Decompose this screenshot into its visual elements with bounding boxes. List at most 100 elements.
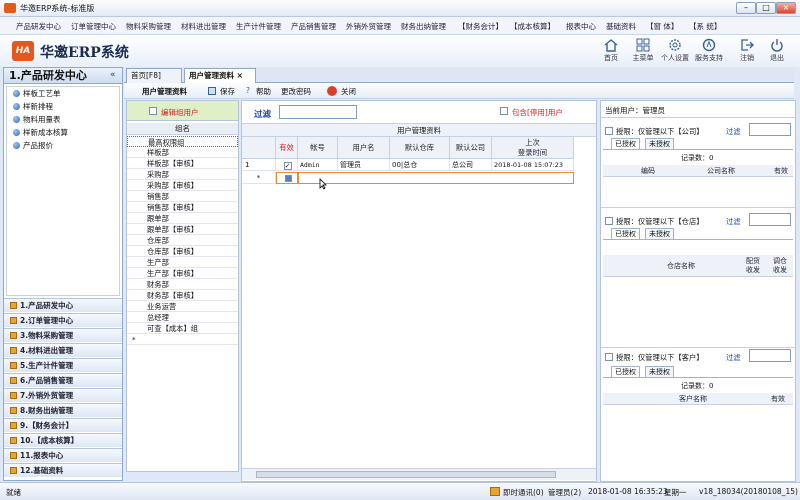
menu-item[interactable]: 物料采购管理 [126,21,171,32]
new-row-valid-checkbox[interactable] [276,172,298,184]
nav-module-6[interactable]: 6.产品销售管理 [4,373,122,387]
col-last-login[interactable]: 上次 登录时间 [492,137,574,159]
cell-username[interactable]: 管理员 [338,159,390,171]
menu-item[interactable]: 订单管理中心 [71,21,116,32]
store-col-transfer[interactable]: 调仓 收发 [767,255,793,277]
cell-company[interactable]: 总公司 [450,159,492,171]
tab-home[interactable]: 首页[F8] [126,68,182,83]
company-col-name[interactable]: 公司名称 [673,165,769,177]
group-row[interactable]: 采购部【审核】 [127,180,238,191]
group-row[interactable]: 生产部 [127,257,238,268]
minimize-button[interactable]: – [736,2,756,14]
module-item[interactable]: 样新排程 [13,101,53,113]
customer-filter-input[interactable] [749,349,791,362]
toolbar-exit[interactable]: 退出 [760,35,794,67]
group-row[interactable]: 总经理 [127,312,238,323]
col-account[interactable]: 帐号 [298,137,338,159]
close-form-button[interactable]: 关闭 [341,86,356,97]
nav-module-12[interactable]: 12.基础资料 [4,463,122,477]
toolbar-main-menu[interactable]: 主菜单 [626,35,660,67]
tab-store-unauthorized[interactable]: 未授权 [645,228,674,239]
cell-last-login[interactable]: 2018-01-08 15:07:23 [492,159,574,171]
nav-module-5[interactable]: 5.生产计件管理 [4,358,122,372]
tab-customer-unauthorized[interactable]: 未授权 [645,366,674,377]
company-restrict-checkbox[interactable] [605,127,613,135]
customer-filter-link[interactable]: 过滤 [726,353,741,363]
menu-item[interactable]: 【系 统】 [689,21,721,32]
menu-item[interactable]: 生产计件管理 [236,21,281,32]
menu-item[interactable]: 产品销售管理 [291,21,336,32]
tab-customer-authorized[interactable]: 已授权 [611,366,640,377]
nav-module-10[interactable]: 10.【成本核算】 [4,433,122,447]
cell-warehouse[interactable]: 00|总仓 [390,159,450,171]
group-row[interactable]: 采购部 [127,169,238,180]
menu-item[interactable]: 基础资料 [606,21,636,32]
company-filter-input[interactable] [749,123,791,136]
maximize-button[interactable]: □ [756,2,776,14]
include-disabled-checkbox[interactable] [500,107,508,115]
horizontal-scrollbar[interactable] [242,468,596,480]
group-row[interactable]: 样板部 [127,147,238,158]
store-col-distribute[interactable]: 配货 收发 [739,255,767,277]
tab-company-unauthorized[interactable]: 未授权 [645,138,674,149]
customer-col-valid[interactable]: 有效 [763,393,793,405]
group-new-row[interactable]: * [127,334,238,345]
collapse-button[interactable]: « [110,70,116,80]
store-filter-link[interactable]: 过滤 [726,217,741,227]
group-row[interactable]: 业务运营 [127,301,238,312]
tab-company-authorized[interactable]: 已授权 [611,138,640,149]
group-row[interactable]: 最高权限组 [127,136,238,147]
close-window-button[interactable]: × [776,2,796,14]
company-col-valid[interactable]: 有效 [769,165,793,177]
nav-module-9[interactable]: 9.【财务会计】 [4,418,122,432]
menu-item[interactable]: 【窗 体】 [646,21,678,32]
menu-item[interactable]: 外销外贸管理 [346,21,391,32]
menu-item[interactable]: 材料进出管理 [181,21,226,32]
close-tab-icon[interactable]: × [237,71,243,80]
tab-store-authorized[interactable]: 已授权 [611,228,640,239]
scrollbar-thumb[interactable] [256,471,556,478]
instant-message-link[interactable]: 即时通讯(0) [503,487,544,498]
nav-module-11[interactable]: 11.报表中心 [4,448,122,462]
nav-module-8[interactable]: 8.财务出纳管理 [4,403,122,417]
menu-item[interactable]: 报表中心 [566,21,596,32]
store-filter-input[interactable] [749,213,791,226]
group-row[interactable]: 可查【成本】组 [127,323,238,334]
group-row[interactable]: 跟单部 [127,213,238,224]
nav-module-7[interactable]: 7.外销外贸管理 [4,388,122,402]
customer-col-name[interactable]: 客户名称 [623,393,763,405]
module-item[interactable]: 样板工艺单 [13,88,61,100]
new-row-cells[interactable] [298,172,574,184]
col-valid[interactable]: 有效 [276,137,298,159]
edit-group-checkbox[interactable] [149,107,157,115]
toolbar-home[interactable]: 首页 [594,35,628,67]
col-username[interactable]: 用户名 [338,137,390,159]
company-col-code[interactable]: 编码 [623,165,673,177]
group-row[interactable]: 财务部【审核】 [127,290,238,301]
nav-module-1[interactable]: 1.产品研发中心 [4,298,122,312]
valid-checkbox[interactable]: ✓ [276,159,298,171]
menu-item[interactable]: 【成本核算】 [510,21,555,32]
module-item[interactable]: 产品报价 [13,140,53,152]
menu-item[interactable]: 【财务会计】 [458,21,503,32]
tab-user-management[interactable]: 用户管理资料 × [184,68,256,83]
nav-module-2[interactable]: 2.订单管理中心 [4,313,122,327]
group-row[interactable]: 销售部 [127,191,238,202]
store-restrict-checkbox[interactable] [605,217,613,225]
toolbar-logout[interactable]: 注销 [730,35,764,67]
save-button[interactable]: 保存 [220,86,235,97]
menu-item[interactable]: 财务出纳管理 [401,21,446,32]
group-row[interactable]: 生产部【审核】 [127,268,238,279]
module-item[interactable]: 物料用量表 [13,114,61,126]
company-filter-link[interactable]: 过滤 [726,127,741,137]
group-row[interactable]: 样板部【审核】 [127,158,238,169]
group-row[interactable]: 仓库部【审核】 [127,246,238,257]
group-row[interactable]: 仓库部 [127,235,238,246]
filter-input[interactable] [279,105,357,119]
menu-item[interactable]: 产品研发中心 [16,21,61,32]
customer-restrict-checkbox[interactable] [605,353,613,361]
group-row[interactable]: 销售部【审核】 [127,202,238,213]
nav-module-3[interactable]: 3.物料采购管理 [4,328,122,342]
toolbar-support[interactable]: 服务支持 [692,35,726,67]
group-row[interactable]: 跟单部【审核】 [127,224,238,235]
